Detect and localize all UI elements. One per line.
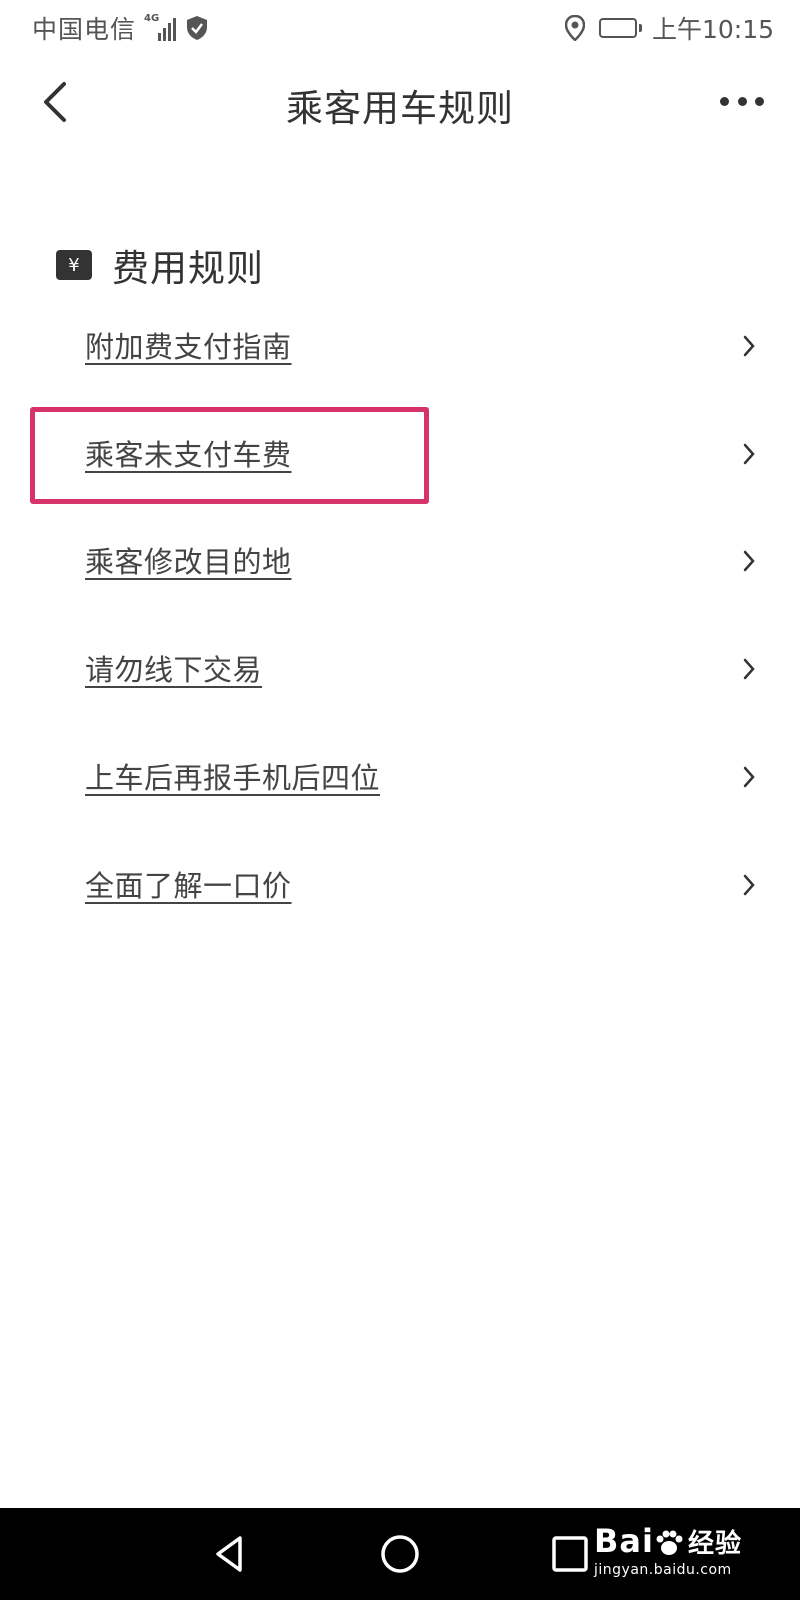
rule-item-no-offline-trade[interactable]: 请勿线下交易 xyxy=(0,633,800,703)
chevron-right-icon xyxy=(743,335,755,357)
chevron-right-icon xyxy=(743,443,755,465)
chevron-right-icon xyxy=(743,766,755,788)
signal-icon: 4G xyxy=(142,13,177,41)
network-type: 4G xyxy=(144,13,160,24)
rule-item-phone-digits[interactable]: 上车后再报手机后四位 xyxy=(0,741,800,811)
rule-item-unpaid-fare[interactable]: 乘客未支付车费 xyxy=(0,418,800,488)
rule-item-label: 附加费支付指南 xyxy=(85,330,292,364)
watermark-brand: Bai 经验 xyxy=(594,1522,784,1560)
paw-icon xyxy=(656,1530,683,1555)
chevron-right-icon xyxy=(743,550,755,572)
rule-item-label: 乘客未支付车费 xyxy=(85,438,292,472)
more-options-button[interactable] xyxy=(720,86,764,116)
rule-item-change-destination[interactable]: 乘客修改目的地 xyxy=(0,525,800,595)
nav-bar: 乘客用车规则 xyxy=(0,56,800,148)
watermark-brand-right: 经验 xyxy=(687,1529,742,1559)
chevron-right-icon xyxy=(743,658,755,680)
watermark-url: jingyan.baidu.com xyxy=(594,1562,732,1578)
chevron-right-icon xyxy=(743,874,755,896)
rule-item-fixed-price[interactable]: 全面了解一口价 xyxy=(0,849,800,919)
screen: 中国电信 4G 上午10:15 乘客用车规则 ¥ 费用规则 附加费支付指南 乘客… xyxy=(0,0,800,1600)
yen-icon: ¥ xyxy=(56,250,92,280)
nav-recents-icon[interactable] xyxy=(546,1530,594,1578)
carrier-name: 中国电信 xyxy=(32,15,137,44)
baidu-jingyan-watermark: Bai 经验 jingyan.baidu.com xyxy=(594,1522,784,1588)
shield-icon xyxy=(187,16,208,40)
system-navigation-bar: Bai 经验 jingyan.baidu.com xyxy=(0,1508,800,1600)
rule-item-surcharge-guide[interactable]: 附加费支付指南 xyxy=(0,310,800,380)
rule-item-label: 请勿线下交易 xyxy=(85,653,263,687)
section-title: 费用规则 xyxy=(112,247,264,290)
section-header: ¥ 费用规则 xyxy=(56,238,264,292)
status-right: 上午10:15 xyxy=(564,10,774,46)
more-dot xyxy=(737,96,747,106)
battery-icon xyxy=(598,18,642,38)
rule-item-label: 全面了解一口价 xyxy=(85,869,292,903)
more-dot xyxy=(755,96,764,106)
rule-item-label: 乘客修改目的地 xyxy=(85,545,292,579)
location-icon xyxy=(564,15,585,41)
nav-home-icon[interactable] xyxy=(376,1530,424,1578)
page-title: 乘客用车规则 xyxy=(286,87,514,130)
more-dot xyxy=(720,96,729,106)
watermark-brand-left: Bai xyxy=(594,1522,654,1560)
nav-back-icon[interactable] xyxy=(206,1530,254,1578)
status-left: 中国电信 4G xyxy=(32,10,208,46)
status-bar: 中国电信 4G 上午10:15 xyxy=(0,0,800,56)
rule-item-label: 上车后再报手机后四位 xyxy=(85,761,381,795)
clock: 上午10:15 xyxy=(651,15,774,44)
